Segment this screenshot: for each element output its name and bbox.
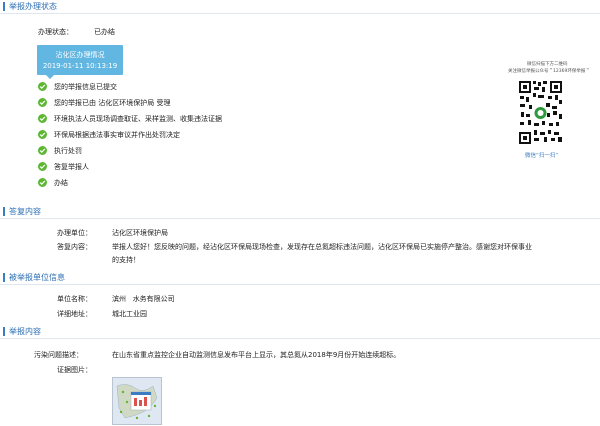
evidence-image-thumbnail[interactable] (112, 377, 162, 425)
section-accent-bar (3, 273, 5, 282)
section-accent-bar (3, 327, 5, 336)
reported-name-label: 单位名称： (57, 295, 92, 303)
step-text: 您的举报信息已提交 (54, 83, 117, 91)
check-icon (38, 178, 47, 187)
check-icon (38, 82, 47, 91)
report-problem-label: 污染问题描述： (34, 351, 83, 359)
check-icon (38, 162, 47, 171)
qr-code-icon (518, 80, 563, 145)
check-icon (38, 130, 47, 139)
report-evidence-label: 证据图片： (57, 366, 92, 374)
step-text: 办结 (54, 179, 68, 187)
reported-name-value: 滨州 水务有限公司 (112, 294, 175, 304)
check-icon (38, 114, 47, 123)
reply-unit-value: 沾化区环境保护局 (112, 229, 168, 237)
reported-name-part-b: 水务有限公司 (132, 295, 175, 303)
reply-content-line1: 举报人您好！您反映的问题，经沾化区环保局现场检查，发现存在总氮超标违法问题，沾化… (112, 243, 532, 251)
section-title-reported: 被举报单位信息 (9, 273, 65, 282)
section-title-status: 举报办理状态 (9, 2, 57, 11)
step-text: 答复举报人 (54, 163, 89, 171)
reported-name-redacted (126, 295, 133, 303)
check-icon (38, 98, 47, 107)
qr-caption-line2: 关注微信举报公众号＂12369环保举报＂ (508, 69, 590, 74)
step-text: 环境执法人员现场调查取证、采样监测、收集违法证据 (54, 115, 222, 123)
dept-box-pointer (46, 75, 54, 79)
step-text: 环保局根据违法事实审议并作出处罚决定 (54, 131, 180, 139)
section-title-reply: 答复内容 (9, 207, 41, 216)
section-header-reported: 被举报单位信息 (0, 271, 600, 285)
section-header-report: 举报内容 (0, 325, 600, 339)
reply-unit-label: 办理单位： (57, 229, 92, 237)
section-accent-bar (3, 2, 5, 11)
check-icon (38, 146, 47, 155)
dept-status-box: 沾化区办理情况 2019-01-11 10:13:19 (37, 45, 123, 79)
reported-addr-value: 城北工业园 (112, 310, 147, 318)
qr-scan-label: 微信“扫一扫” (525, 153, 559, 159)
reported-addr-label: 详细地址： (57, 310, 92, 318)
reply-content-label: 答复内容： (57, 243, 92, 251)
section-header-status: 举报办理状态 (0, 0, 600, 14)
evidence-image-icon (113, 378, 161, 424)
reported-name-part-a: 滨州 (112, 295, 126, 303)
step-text: 执行处罚 (54, 147, 82, 155)
section-accent-bar (3, 207, 5, 216)
qr-caption-line1: 微信扫描下方二维码 (527, 62, 568, 67)
reply-content-line2: 的支持！ (112, 256, 140, 264)
section-title-report: 举报内容 (9, 327, 41, 336)
status-label: 办理状态： (38, 28, 73, 36)
section-header-reply: 答复内容 (0, 205, 600, 219)
status-value: 已办结 (94, 28, 115, 36)
step-text: 您的举报已由 沾化区环境保护局 受理 (54, 99, 171, 107)
dept-datetime: 2019-01-11 10:13:19 (42, 62, 118, 70)
dept-name: 沾化区办理情况 (55, 51, 105, 59)
report-problem-value: 在山东省重点监控企业自动监测信息发布平台上显示，其总氮从2018年9月份开始连续… (112, 351, 401, 359)
